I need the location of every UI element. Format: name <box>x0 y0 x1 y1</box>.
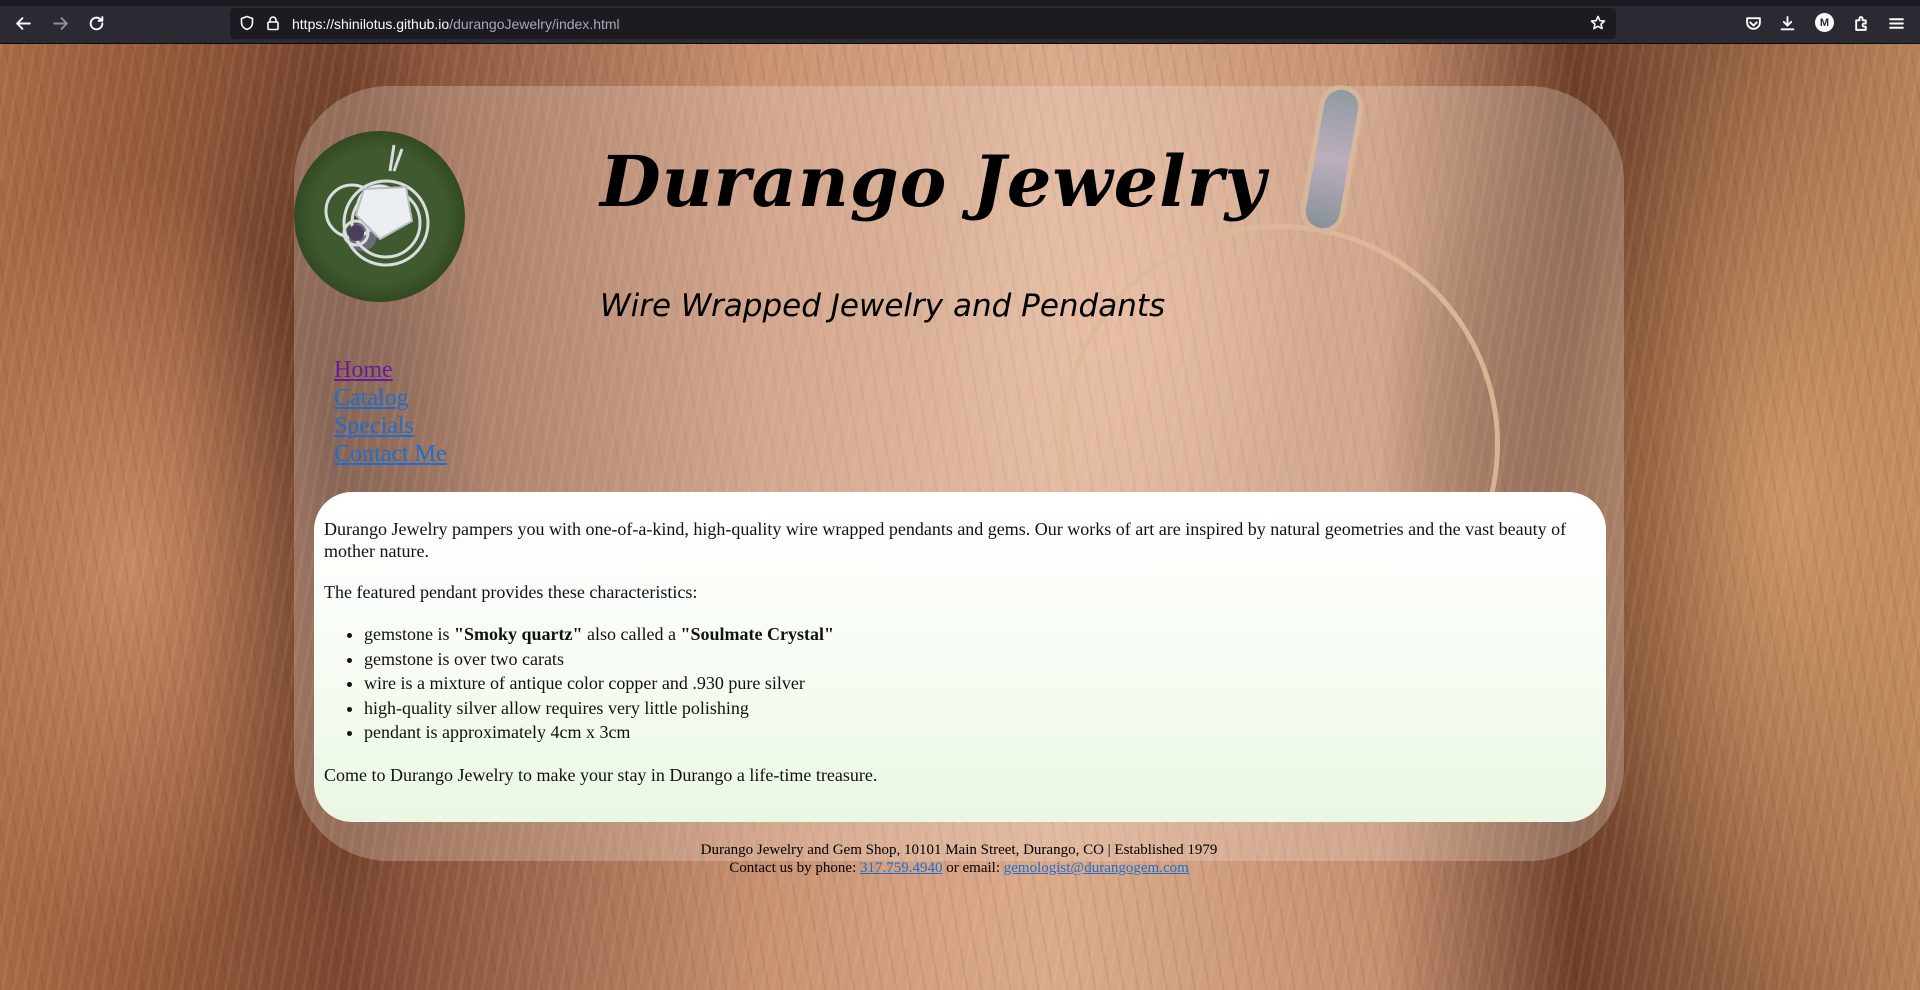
list-item: high-quality silver allow requires very … <box>364 696 1596 721</box>
pendant-logo-image <box>294 131 465 302</box>
browser-toolbar: https://shinilotus.github.io/durangoJewe… <box>0 0 1920 44</box>
forward-arrow-icon[interactable] <box>48 11 72 35</box>
nav-link-home[interactable]: Home <box>334 357 393 383</box>
closing-paragraph: Come to Durango Jewelry to make your sta… <box>324 764 878 785</box>
footer-address: Durango Jewelry and Gem Shop, 10101 Main… <box>700 842 1218 858</box>
main-content: Durango Jewelry pampers you with one-of-… <box>314 492 1606 822</box>
features-list: gemstone is "Smoky quartz" also called a… <box>324 622 1596 745</box>
footer-email-prefix: or email: <box>942 860 1004 876</box>
soulmate-crystal-text: "Soulmate Crystal" <box>680 624 834 644</box>
url-path: /durangoJewelry/index.html <box>449 16 620 32</box>
url-host: https://shinilotus.github.io <box>292 16 450 32</box>
nav-item-contact: Contact Me <box>334 440 447 468</box>
pocket-icon[interactable] <box>1741 11 1765 35</box>
site-subtitle: Wire Wrapped Jewelry and Pendants <box>600 288 1166 324</box>
phone-link[interactable]: 317.759.4940 <box>860 860 943 876</box>
nav-link-specials[interactable]: Specials <box>334 413 414 439</box>
back-arrow-icon[interactable] <box>11 11 35 35</box>
smoky-quartz-text: "Smoky quartz" <box>454 624 583 644</box>
bookmark-star-icon[interactable] <box>1590 15 1608 33</box>
reload-icon[interactable] <box>84 11 108 35</box>
page-viewport: Durango Jewelry Wire Wrapped Jewelry and… <box>0 44 1920 990</box>
lock-icon[interactable] <box>265 15 283 33</box>
account-avatar[interactable]: M <box>1815 13 1834 32</box>
nav-item-home: Home <box>334 356 447 384</box>
site-footer: Durango Jewelry and Gem Shop, 10101 Main… <box>294 841 1624 877</box>
list-item: gemstone is over two carats <box>364 647 1596 672</box>
featured-lead: The featured pendant provides these char… <box>324 582 698 602</box>
site-nav: Home Catalog Specials Contact Me <box>334 356 447 468</box>
nav-item-specials: Specials <box>334 412 447 440</box>
site-title: Durango Jewelry <box>600 140 1267 223</box>
tab-strip-edge <box>0 0 1920 6</box>
item1-mid: also called a <box>582 624 681 644</box>
menu-hamburger-icon[interactable] <box>1884 11 1908 35</box>
footer-contact-prefix: Contact us by phone: <box>729 860 861 876</box>
email-link[interactable]: gemologist@durangogem.com <box>1004 860 1189 876</box>
address-bar[interactable]: https://shinilotus.github.io/durangoJewe… <box>230 8 1616 39</box>
list-item: wire is a mixture of antique color coppe… <box>364 671 1596 696</box>
nav-link-contact[interactable]: Contact Me <box>334 441 447 467</box>
url-text[interactable]: https://shinilotus.github.io/durangoJewe… <box>292 16 620 32</box>
list-item: gemstone is "Smoky quartz" also called a… <box>364 622 1596 647</box>
list-item: pendant is approximately 4cm x 3cm <box>364 720 1596 745</box>
extensions-puzzle-icon[interactable] <box>1849 11 1873 35</box>
shield-icon[interactable] <box>239 15 257 33</box>
nav-item-catalog: Catalog <box>334 384 447 412</box>
downloads-icon[interactable] <box>1775 11 1799 35</box>
item1-prefix: gemstone is <box>364 624 454 644</box>
intro-paragraph: Durango Jewelry pampers you with one-of-… <box>324 519 1567 561</box>
footer-contact: Contact us by phone: 317.759.4940 or ema… <box>294 859 1624 877</box>
nav-link-catalog[interactable]: Catalog <box>334 385 409 411</box>
